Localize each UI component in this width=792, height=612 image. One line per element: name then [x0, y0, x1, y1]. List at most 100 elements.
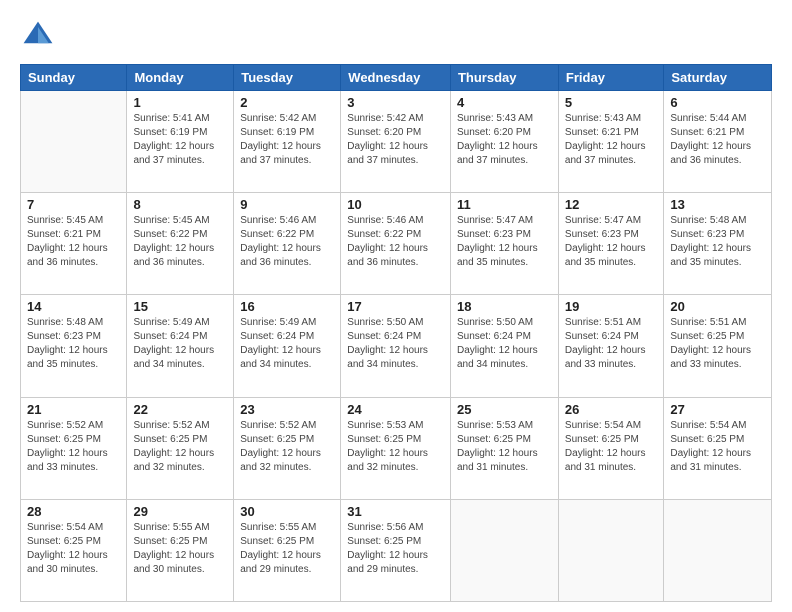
day-number: 11: [457, 197, 552, 212]
day-number: 10: [347, 197, 444, 212]
day-info: Sunrise: 5:54 AM Sunset: 6:25 PM Dayligh…: [565, 419, 657, 475]
calendar-week-2: 14 Sunrise: 5:48 AM Sunset: 6:23 PM Dayli…: [21, 295, 772, 397]
calendar-cell: 25 Sunrise: 5:53 AM Sunset: 6:25 PM Dayli…: [450, 397, 558, 499]
calendar-cell: 1 Sunrise: 5:41 AM Sunset: 6:19 PM Daylig…: [127, 91, 234, 193]
day-number: 5: [565, 95, 657, 110]
calendar-cell: 12 Sunrise: 5:47 AM Sunset: 6:23 PM Dayli…: [558, 193, 663, 295]
calendar-cell: 26 Sunrise: 5:54 AM Sunset: 6:25 PM Dayli…: [558, 397, 663, 499]
calendar-cell: 22Sunrise: 5:52 AM Sunset: 6:25 PM Dayli…: [127, 397, 234, 499]
calendar-cell: 18 Sunrise: 5:50 AM Sunset: 6:24 PM Dayli…: [450, 295, 558, 397]
day-info: Sunrise: 5:50 AM Sunset: 6:24 PM Dayligh…: [457, 316, 552, 372]
day-info: Sunrise: 5:45 AM Sunset: 6:22 PM Dayligh…: [133, 214, 227, 270]
calendar-cell: 8 Sunrise: 5:45 AM Sunset: 6:22 PM Daylig…: [127, 193, 234, 295]
day-number: 31: [347, 504, 444, 519]
day-number: 9: [240, 197, 334, 212]
day-number: 24: [347, 402, 444, 417]
calendar-cell: 14 Sunrise: 5:48 AM Sunset: 6:23 PM Dayli…: [21, 295, 127, 397]
calendar-cell: 16 Sunrise: 5:49 AM Sunset: 6:24 PM Dayli…: [234, 295, 341, 397]
calendar-cell: 31Sunrise: 5:56 AM Sunset: 6:25 PM Dayli…: [341, 499, 451, 601]
day-info: Sunrise: 5:49 AM Sunset: 6:24 PM Dayligh…: [133, 316, 227, 372]
calendar-week-0: 1 Sunrise: 5:41 AM Sunset: 6:19 PM Daylig…: [21, 91, 772, 193]
calendar-cell: 4 Sunrise: 5:43 AM Sunset: 6:20 PM Daylig…: [450, 91, 558, 193]
day-info: Sunrise: 5:48 AM Sunset: 6:23 PM Dayligh…: [27, 316, 120, 372]
calendar-header-friday: Friday: [558, 65, 663, 91]
day-number: 19: [565, 299, 657, 314]
day-info: Sunrise: 5:52 AM Sunset: 6:25 PM Dayligh…: [27, 419, 120, 475]
calendar-cell: 7 Sunrise: 5:45 AM Sunset: 6:21 PM Daylig…: [21, 193, 127, 295]
day-info: Sunrise: 5:43 AM Sunset: 6:20 PM Dayligh…: [457, 112, 552, 168]
day-info: Sunrise: 5:41 AM Sunset: 6:19 PM Dayligh…: [133, 112, 227, 168]
calendar-cell: 15 Sunrise: 5:49 AM Sunset: 6:24 PM Dayli…: [127, 295, 234, 397]
day-number: 4: [457, 95, 552, 110]
day-info: Sunrise: 5:46 AM Sunset: 6:22 PM Dayligh…: [240, 214, 334, 270]
day-info: Sunrise: 5:43 AM Sunset: 6:21 PM Dayligh…: [565, 112, 657, 168]
day-info: Sunrise: 5:55 AM Sunset: 6:25 PM Dayligh…: [133, 521, 227, 577]
header: [20, 18, 772, 54]
day-number: 26: [565, 402, 657, 417]
calendar-cell: [21, 91, 127, 193]
day-number: 21: [27, 402, 120, 417]
calendar-cell: 11 Sunrise: 5:47 AM Sunset: 6:23 PM Dayli…: [450, 193, 558, 295]
calendar-week-4: 28 Sunrise: 5:54 AM Sunset: 6:25 PM Dayli…: [21, 499, 772, 601]
day-number: 12: [565, 197, 657, 212]
day-info: Sunrise: 5:47 AM Sunset: 6:23 PM Dayligh…: [457, 214, 552, 270]
day-info: Sunrise: 5:54 AM Sunset: 6:25 PM Dayligh…: [27, 521, 120, 577]
logo-icon: [20, 18, 56, 54]
calendar-cell: 9 Sunrise: 5:46 AM Sunset: 6:22 PM Daylig…: [234, 193, 341, 295]
day-number: 30: [240, 504, 334, 519]
day-info: Sunrise: 5:47 AM Sunset: 6:23 PM Dayligh…: [565, 214, 657, 270]
calendar-cell: 29Sunrise: 5:55 AM Sunset: 6:25 PM Dayli…: [127, 499, 234, 601]
calendar-cell: 13Sunrise: 5:48 AM Sunset: 6:23 PM Dayli…: [664, 193, 772, 295]
calendar-cell: 24 Sunrise: 5:53 AM Sunset: 6:25 PM Dayli…: [341, 397, 451, 499]
calendar-cell: [558, 499, 663, 601]
day-number: 20: [670, 299, 765, 314]
day-number: 15: [133, 299, 227, 314]
calendar-cell: 20 Sunrise: 5:51 AM Sunset: 6:25 PM Dayli…: [664, 295, 772, 397]
calendar-cell: 5 Sunrise: 5:43 AM Sunset: 6:21 PM Daylig…: [558, 91, 663, 193]
calendar-cell: 6 Sunrise: 5:44 AM Sunset: 6:21 PM Daylig…: [664, 91, 772, 193]
day-number: 8: [133, 197, 227, 212]
day-number: 7: [27, 197, 120, 212]
logo: [20, 18, 58, 54]
day-info: Sunrise: 5:53 AM Sunset: 6:25 PM Dayligh…: [347, 419, 444, 475]
day-info: Sunrise: 5:49 AM Sunset: 6:24 PM Dayligh…: [240, 316, 334, 372]
day-number: 3: [347, 95, 444, 110]
day-number: 25: [457, 402, 552, 417]
day-info: Sunrise: 5:54 AM Sunset: 6:25 PM Dayligh…: [670, 419, 765, 475]
day-number: 1: [133, 95, 227, 110]
calendar-cell: [450, 499, 558, 601]
calendar-header-sunday: Sunday: [21, 65, 127, 91]
day-number: 16: [240, 299, 334, 314]
day-info: Sunrise: 5:52 AM Sunset: 6:25 PM Dayligh…: [240, 419, 334, 475]
day-info: Sunrise: 5:51 AM Sunset: 6:24 PM Dayligh…: [565, 316, 657, 372]
day-info: Sunrise: 5:55 AM Sunset: 6:25 PM Dayligh…: [240, 521, 334, 577]
calendar-cell: 10 Sunrise: 5:46 AM Sunset: 6:22 PM Dayli…: [341, 193, 451, 295]
day-info: Sunrise: 5:50 AM Sunset: 6:24 PM Dayligh…: [347, 316, 444, 372]
calendar-cell: 2Sunrise: 5:42 AM Sunset: 6:19 PM Daylig…: [234, 91, 341, 193]
day-info: Sunrise: 5:51 AM Sunset: 6:25 PM Dayligh…: [670, 316, 765, 372]
calendar-cell: 27 Sunrise: 5:54 AM Sunset: 6:25 PM Dayli…: [664, 397, 772, 499]
day-info: Sunrise: 5:48 AM Sunset: 6:23 PM Dayligh…: [670, 214, 765, 270]
calendar-cell: 19 Sunrise: 5:51 AM Sunset: 6:24 PM Dayli…: [558, 295, 663, 397]
day-number: 27: [670, 402, 765, 417]
calendar-table: SundayMondayTuesdayWednesdayThursdayFrid…: [20, 64, 772, 602]
calendar-header-row: SundayMondayTuesdayWednesdayThursdayFrid…: [21, 65, 772, 91]
calendar-week-1: 7 Sunrise: 5:45 AM Sunset: 6:21 PM Daylig…: [21, 193, 772, 295]
calendar-header-saturday: Saturday: [664, 65, 772, 91]
day-info: Sunrise: 5:52 AM Sunset: 6:25 PM Dayligh…: [133, 419, 227, 475]
day-number: 6: [670, 95, 765, 110]
day-info: Sunrise: 5:44 AM Sunset: 6:21 PM Dayligh…: [670, 112, 765, 168]
calendar-week-3: 21 Sunrise: 5:52 AM Sunset: 6:25 PM Dayli…: [21, 397, 772, 499]
day-info: Sunrise: 5:45 AM Sunset: 6:21 PM Dayligh…: [27, 214, 120, 270]
calendar-cell: 23Sunrise: 5:52 AM Sunset: 6:25 PM Dayli…: [234, 397, 341, 499]
day-info: Sunrise: 5:42 AM Sunset: 6:19 PM Dayligh…: [240, 112, 334, 168]
day-info: Sunrise: 5:53 AM Sunset: 6:25 PM Dayligh…: [457, 419, 552, 475]
calendar-cell: 28 Sunrise: 5:54 AM Sunset: 6:25 PM Dayli…: [21, 499, 127, 601]
calendar-header-monday: Monday: [127, 65, 234, 91]
day-number: 14: [27, 299, 120, 314]
day-number: 28: [27, 504, 120, 519]
calendar-cell: 21 Sunrise: 5:52 AM Sunset: 6:25 PM Dayli…: [21, 397, 127, 499]
day-number: 18: [457, 299, 552, 314]
calendar-header-wednesday: Wednesday: [341, 65, 451, 91]
day-info: Sunrise: 5:46 AM Sunset: 6:22 PM Dayligh…: [347, 214, 444, 270]
